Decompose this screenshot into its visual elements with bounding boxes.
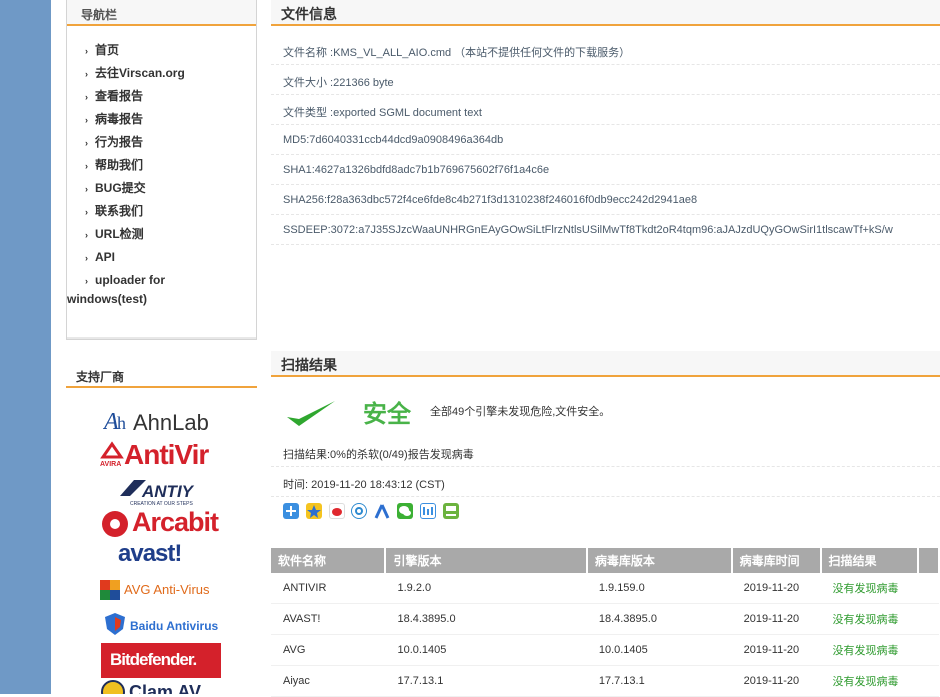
- nav-bottom-border: [67, 337, 256, 339]
- avg-squares-icon: [100, 580, 120, 600]
- file-info-header: 文件信息: [271, 0, 940, 26]
- nav-item-view-report[interactable]: › 查看报告: [85, 86, 255, 109]
- file-name-row: 文件名称 :KMS_VL_ALL_AIO.cmd （本站不提供任何文件的下载服务…: [271, 35, 940, 65]
- nav-title: 导航栏: [81, 8, 118, 22]
- nav-header: 导航栏: [67, 0, 256, 26]
- bullet-arrow-icon: ›: [85, 92, 88, 102]
- nav-item-contact[interactable]: › 联系我们: [85, 201, 255, 224]
- file-type-row: 文件类型 :exported SGML document text: [271, 95, 940, 125]
- table-header-row: 软件名称 引擎版本 病毒库版本 病毒库时间 扫描结果: [271, 548, 940, 573]
- nav-item-uploader[interactable]: › uploader for windows(test): [67, 271, 255, 308]
- bullet-arrow-icon: ›: [85, 115, 88, 125]
- arcabit-biohazard-icon: [102, 511, 128, 537]
- vendor-logo-antiy[interactable]: ANTIY CREATION AT OUR STEPS: [118, 476, 208, 510]
- clamav-icon: [101, 680, 125, 694]
- nav-item-virscan[interactable]: › 去往Virscan.org: [85, 63, 255, 86]
- nav-item-url-check[interactable]: › URL检测: [85, 224, 255, 247]
- sha1-row: SHA1:4627a1326bdfd8adc7b1b769675602f76f1…: [271, 155, 940, 185]
- bullet-arrow-icon: ›: [85, 230, 88, 240]
- vendor-logo-clamav[interactable]: Clam AV: [101, 680, 221, 694]
- bullet-arrow-icon: ›: [85, 138, 88, 148]
- col-engine-version[interactable]: 引擎版本: [385, 548, 588, 573]
- nav-item-bug[interactable]: › BUG提交: [85, 178, 255, 201]
- nav-item-behavior-report[interactable]: › 行为报告: [85, 132, 255, 155]
- scan-result-header: 扫描结果: [271, 351, 940, 377]
- svg-text:h: h: [117, 413, 126, 433]
- file-size-row: 文件大小 :221366 byte: [271, 65, 940, 95]
- col-extra: [918, 548, 940, 573]
- douban-icon[interactable]: [443, 503, 459, 519]
- sha256-row: SHA256:f28a363dbc572f4ce6fde8c4b271f3d13…: [271, 185, 940, 215]
- vendor-header: 支持厂商: [66, 366, 257, 388]
- safe-description: 全部49个引擎未发现危险,文件安全。: [430, 406, 611, 418]
- nav-item-home[interactable]: › 首页: [85, 40, 255, 63]
- bullet-arrow-icon: ›: [85, 253, 88, 263]
- tencent-weibo-icon[interactable]: [351, 503, 367, 519]
- nav-panel: 导航栏 › 首页 › 去往Virscan.org › 查看报告 › 病毒报告 › 行为报告…: [66, 0, 257, 340]
- safe-status: 安全: [363, 401, 411, 428]
- nav-item-api[interactable]: › API: [85, 247, 255, 270]
- vendor-logo-ahnlab[interactable]: A h AhnLab: [103, 407, 218, 435]
- vendor-logo-baidu[interactable]: Baidu Antivirus: [104, 612, 229, 638]
- file-info-title: 文件信息: [281, 6, 337, 22]
- bullet-arrow-icon: ›: [85, 69, 88, 79]
- nav-item-virus-report[interactable]: › 病毒报告: [85, 109, 255, 132]
- scan-summary-row: 扫描结果:0%的杀软(0/49)报告发现病毒: [271, 437, 940, 467]
- baidu-shield-icon: [105, 613, 125, 635]
- qzone-icon[interactable]: [306, 503, 322, 519]
- bullet-arrow-icon: ›: [85, 46, 88, 56]
- scan-result-title: 扫描结果: [281, 357, 337, 373]
- bullet-arrow-icon: ›: [85, 161, 88, 171]
- vendor-logo-bitdefender[interactable]: Bitdefender.: [101, 643, 221, 678]
- table-row: AVG 10.0.1405 10.0.1405 2019-11-20 没有发现病…: [271, 634, 939, 666]
- bullet-arrow-icon: ›: [85, 207, 88, 217]
- vendor-logo-arcabit[interactable]: Arcabit: [101, 507, 221, 541]
- scan-results-table: 软件名称 引擎版本 病毒库版本 病毒库时间 扫描结果 ANTIVIR 1.9.2…: [271, 548, 940, 697]
- table-row: ANTIVIR 1.9.2.0 1.9.159.0 2019-11-20 没有发…: [271, 573, 939, 604]
- vendor-logo-antivir[interactable]: AVIRA AntiVir: [100, 439, 220, 473]
- col-db-time[interactable]: 病毒库时间: [731, 548, 822, 573]
- safe-check-icon: [287, 401, 335, 426]
- weibo-icon[interactable]: [329, 503, 345, 519]
- bullet-arrow-icon: ›: [85, 276, 88, 286]
- share-plus-icon[interactable]: [283, 503, 299, 519]
- scan-time-row: 时间: 2019-11-20 18:43:12 (CST): [271, 467, 940, 497]
- left-color-bar: [0, 0, 51, 694]
- avira-umbrella-icon: [100, 441, 124, 459]
- md5-row: MD5:7d6040331ccb44dcd9a0908496a364db: [271, 125, 940, 155]
- col-db-version[interactable]: 病毒库版本: [586, 548, 733, 573]
- col-software-name[interactable]: 软件名称: [271, 548, 387, 573]
- wechat-icon[interactable]: [397, 503, 413, 519]
- nav-item-help[interactable]: › 帮助我们: [85, 155, 255, 178]
- ahnlab-logo-icon: A h: [103, 409, 126, 435]
- vendor-logo-avg[interactable]: AVG Anti-Virus: [100, 578, 225, 602]
- vendor-title: 支持厂商: [76, 370, 125, 384]
- renren-icon[interactable]: [374, 503, 390, 519]
- table-row: AVAST! 18.4.3895.0 18.4.3895.0 2019-11-2…: [271, 603, 939, 635]
- table-row: Aiyac 17.7.13.1 17.7.13.1 2019-11-20 没有发…: [271, 665, 939, 697]
- ssdeep-row: SSDEEP:3072:a7J35SJzcWaaUNHRGnEAyGOwSiLt…: [271, 215, 940, 245]
- col-scan-result[interactable]: 扫描结果: [820, 548, 920, 573]
- vendor-logo-avast[interactable]: avast!: [118, 540, 208, 570]
- bullet-arrow-icon: ›: [85, 184, 88, 194]
- tieba-icon[interactable]: [420, 503, 436, 519]
- nav-list: › 首页 › 去往Virscan.org › 查看报告 › 病毒报告 › 行为报告 › 帮助…: [67, 40, 255, 308]
